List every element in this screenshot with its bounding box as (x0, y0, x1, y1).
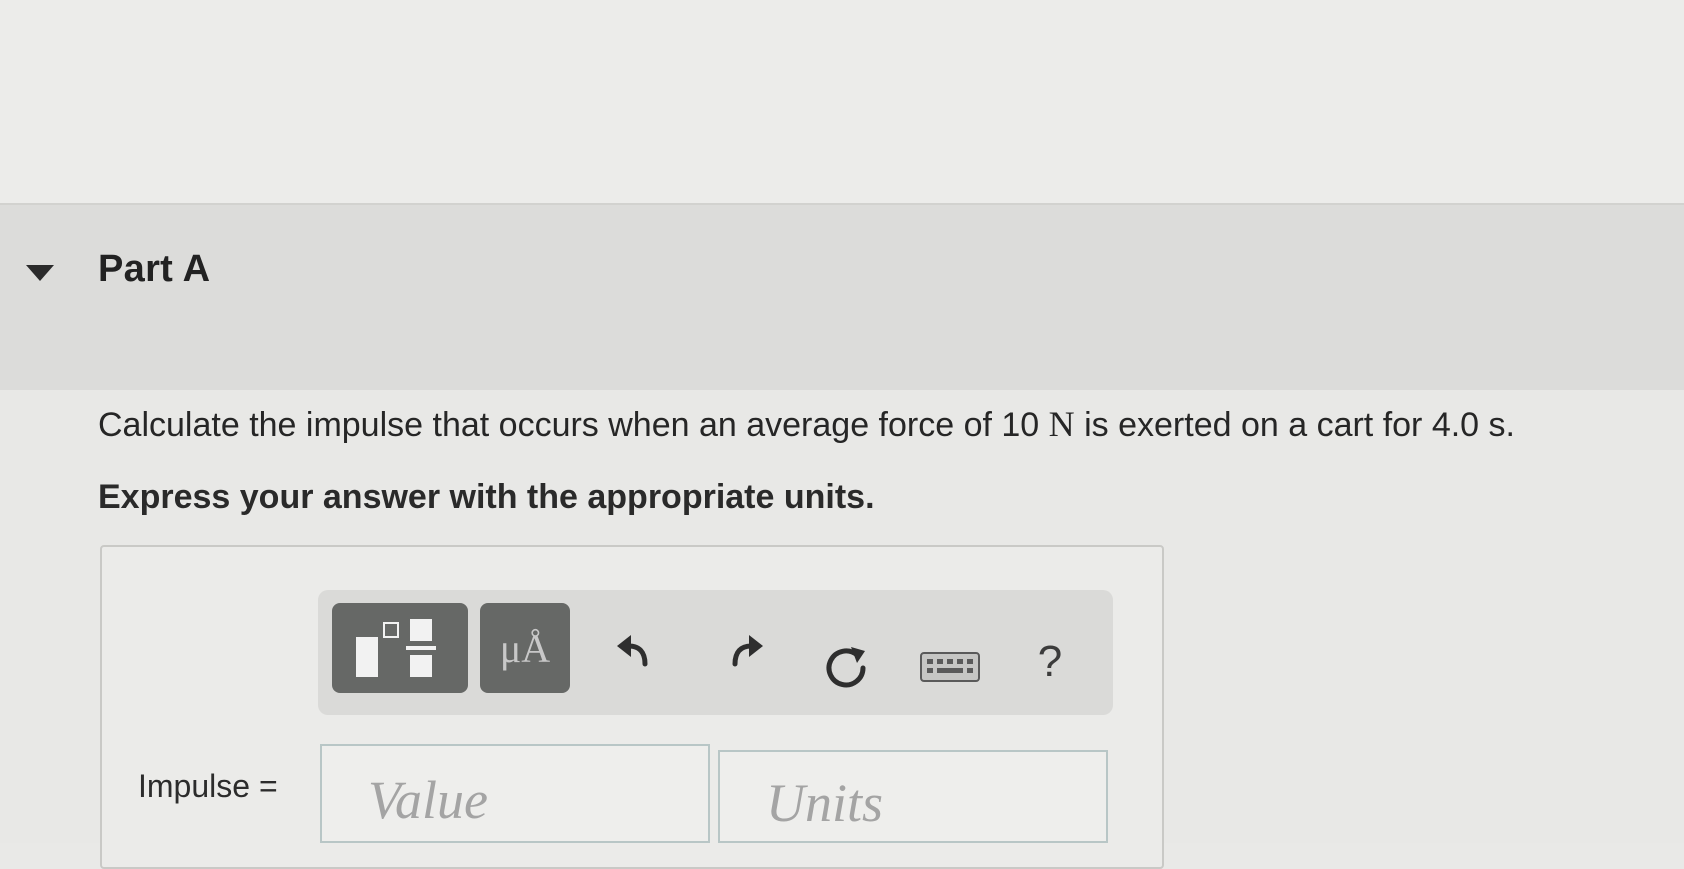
undo-icon (617, 635, 648, 667)
undo-button[interactable] (612, 625, 662, 675)
keyboard-icon (920, 652, 980, 682)
top-area (0, 0, 1684, 205)
instruction-text: Express your answer with the appropriate… (98, 478, 875, 516)
templates-button[interactable] (332, 603, 468, 693)
question-text-before: Calculate the impulse that occurs when a… (98, 406, 1049, 444)
caret-down-icon[interactable] (24, 262, 56, 284)
reset-button[interactable] (818, 640, 874, 696)
value-input[interactable] (320, 744, 710, 843)
units-input[interactable] (718, 750, 1108, 843)
units-button[interactable]: μÅ (480, 603, 570, 693)
help-button[interactable]: ? (1030, 632, 1070, 692)
templates-icon (356, 619, 436, 677)
question-text-after: is exerted on a cart for 4.0 s. (1074, 406, 1515, 444)
force-unit: N (1048, 404, 1075, 444)
units-button-label: μÅ (499, 625, 551, 671)
part-title: Part A (98, 248, 211, 290)
keyboard-button[interactable] (918, 648, 982, 686)
impulse-label: Impulse = (138, 768, 278, 804)
redo-button[interactable] (718, 625, 768, 675)
help-button-label: ? (1037, 637, 1063, 686)
part-header (0, 205, 1684, 390)
redo-icon (732, 635, 763, 667)
question-text: Calculate the impulse that occurs when a… (98, 403, 1515, 445)
reset-icon (826, 647, 866, 688)
